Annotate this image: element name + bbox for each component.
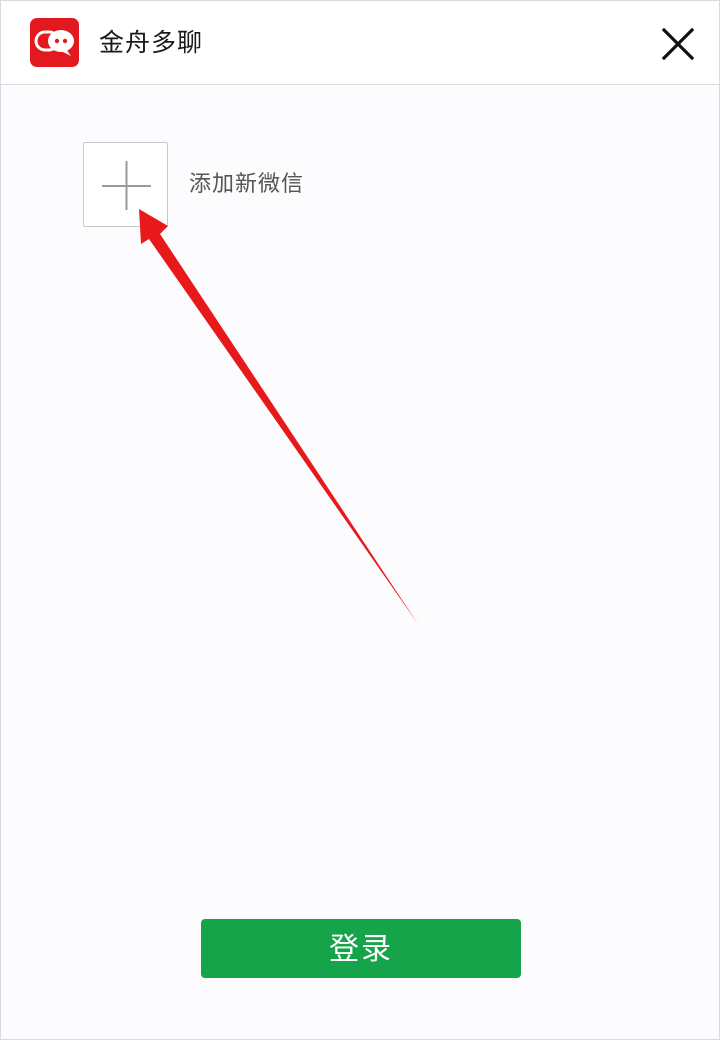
app-window: 金舟多聊 添加新微信 登录 [0,0,720,1040]
title-bar: 金舟多聊 [1,1,719,85]
app-title: 金舟多聊 [99,28,204,57]
close-button[interactable] [657,23,699,65]
login-button[interactable]: 登录 [201,919,521,978]
plus-icon [102,161,151,210]
add-wechat-label[interactable]: 添加新微信 [189,169,304,201]
app-logo-icon [30,18,79,67]
add-wechat-button[interactable] [83,142,168,227]
close-icon [661,27,695,61]
